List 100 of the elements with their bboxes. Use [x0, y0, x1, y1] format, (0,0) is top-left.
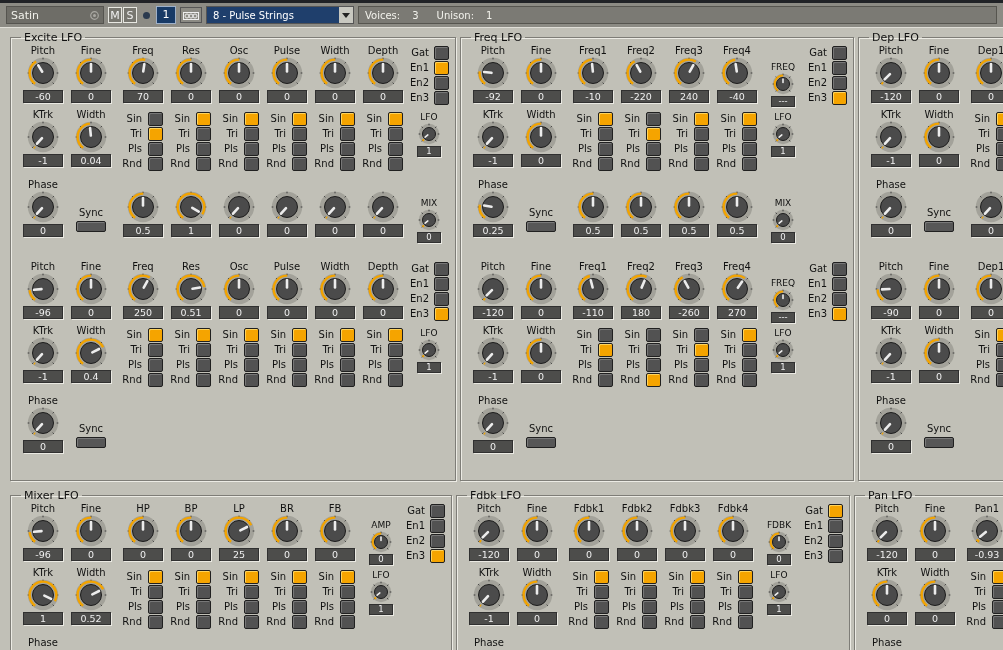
- knob[interactable]: [875, 191, 907, 223]
- sync-button[interactable]: [526, 221, 556, 232]
- waveform-toggle[interactable]: [340, 111, 355, 126]
- knob[interactable]: [923, 121, 955, 153]
- knob[interactable]: [370, 531, 392, 553]
- waveform-toggle[interactable]: [738, 569, 753, 584]
- waveform-toggle[interactable]: [244, 327, 259, 342]
- waveform-toggle[interactable]: [646, 327, 661, 342]
- waveform-toggle[interactable]: [646, 156, 661, 171]
- knob[interactable]: [721, 273, 753, 305]
- knob[interactable]: [875, 57, 907, 89]
- waveform-toggle[interactable]: [598, 357, 613, 372]
- waveform-toggle[interactable]: [388, 141, 403, 156]
- mode-toggle[interactable]: [828, 533, 843, 548]
- knob[interactable]: [271, 191, 303, 223]
- preset-dropdown[interactable]: 8 - Pulse Strings: [206, 6, 354, 24]
- waveform-toggle[interactable]: [690, 614, 705, 629]
- waveform-toggle[interactable]: [694, 342, 709, 357]
- waveform-toggle[interactable]: [598, 141, 613, 156]
- waveform-toggle[interactable]: [388, 327, 403, 342]
- mute-button[interactable]: M: [108, 7, 122, 23]
- knob[interactable]: [621, 515, 653, 547]
- waveform-toggle[interactable]: [598, 126, 613, 141]
- mode-toggle[interactable]: [434, 45, 449, 60]
- waveform-toggle[interactable]: [292, 342, 307, 357]
- caret-icon[interactable]: [339, 7, 353, 23]
- waveform-toggle[interactable]: [694, 156, 709, 171]
- waveform-toggle[interactable]: [196, 584, 211, 599]
- knob[interactable]: [223, 515, 255, 547]
- waveform-toggle[interactable]: [244, 372, 259, 387]
- waveform-toggle[interactable]: [690, 599, 705, 614]
- waveform-toggle[interactable]: [244, 569, 259, 584]
- knob[interactable]: [521, 515, 553, 547]
- knob[interactable]: [175, 57, 207, 89]
- knob[interactable]: [75, 579, 107, 611]
- mode-toggle[interactable]: [832, 261, 847, 276]
- knob[interactable]: [625, 57, 657, 89]
- waveform-toggle[interactable]: [196, 156, 211, 171]
- waveform-toggle[interactable]: [196, 569, 211, 584]
- mode-toggle[interactable]: [832, 60, 847, 75]
- waveform-toggle[interactable]: [148, 357, 163, 372]
- waveform-toggle[interactable]: [694, 372, 709, 387]
- sync-button[interactable]: [924, 221, 954, 232]
- waveform-toggle[interactable]: [992, 569, 1003, 584]
- mode-toggle[interactable]: [828, 518, 843, 533]
- knob[interactable]: [27, 579, 59, 611]
- knob[interactable]: [573, 515, 605, 547]
- sync-button[interactable]: [76, 221, 106, 232]
- waveform-toggle[interactable]: [646, 357, 661, 372]
- mode-toggle[interactable]: [434, 306, 449, 321]
- instrument-name-field[interactable]: Satin: [6, 6, 104, 24]
- knob[interactable]: [418, 123, 440, 145]
- knob[interactable]: [319, 515, 351, 547]
- waveform-toggle[interactable]: [292, 357, 307, 372]
- knob[interactable]: [27, 407, 59, 439]
- knob[interactable]: [367, 57, 399, 89]
- knob[interactable]: [721, 191, 753, 223]
- knob[interactable]: [923, 273, 955, 305]
- waveform-toggle[interactable]: [646, 342, 661, 357]
- knob[interactable]: [319, 273, 351, 305]
- waveform-toggle[interactable]: [340, 327, 355, 342]
- mode-toggle[interactable]: [434, 90, 449, 105]
- sync-button[interactable]: [526, 437, 556, 448]
- waveform-toggle[interactable]: [244, 614, 259, 629]
- waveform-toggle[interactable]: [388, 126, 403, 141]
- solo-button[interactable]: S: [123, 7, 137, 23]
- waveform-toggle[interactable]: [594, 599, 609, 614]
- knob[interactable]: [875, 337, 907, 369]
- knob[interactable]: [971, 515, 1003, 547]
- knob[interactable]: [367, 191, 399, 223]
- waveform-toggle[interactable]: [196, 614, 211, 629]
- knob[interactable]: [975, 191, 1003, 223]
- mode-toggle[interactable]: [434, 291, 449, 306]
- channel-field[interactable]: 1: [156, 6, 176, 24]
- waveform-toggle[interactable]: [598, 111, 613, 126]
- waveform-toggle[interactable]: [594, 569, 609, 584]
- knob[interactable]: [418, 339, 440, 361]
- waveform-toggle[interactable]: [694, 357, 709, 372]
- waveform-toggle[interactable]: [992, 614, 1003, 629]
- mode-toggle[interactable]: [832, 90, 847, 105]
- waveform-toggle[interactable]: [694, 111, 709, 126]
- knob[interactable]: [223, 57, 255, 89]
- knob[interactable]: [127, 191, 159, 223]
- knob[interactable]: [27, 515, 59, 547]
- knob[interactable]: [477, 57, 509, 89]
- waveform-toggle[interactable]: [642, 584, 657, 599]
- waveform-toggle[interactable]: [148, 111, 163, 126]
- knob[interactable]: [370, 581, 392, 603]
- waveform-toggle[interactable]: [742, 156, 757, 171]
- knob[interactable]: [75, 337, 107, 369]
- waveform-toggle[interactable]: [148, 126, 163, 141]
- preset-browser-button[interactable]: [180, 7, 202, 23]
- waveform-toggle[interactable]: [340, 372, 355, 387]
- waveform-toggle[interactable]: [690, 584, 705, 599]
- knob[interactable]: [477, 273, 509, 305]
- knob[interactable]: [673, 57, 705, 89]
- knob[interactable]: [27, 121, 59, 153]
- knob[interactable]: [319, 57, 351, 89]
- waveform-toggle[interactable]: [196, 342, 211, 357]
- waveform-toggle[interactable]: [598, 372, 613, 387]
